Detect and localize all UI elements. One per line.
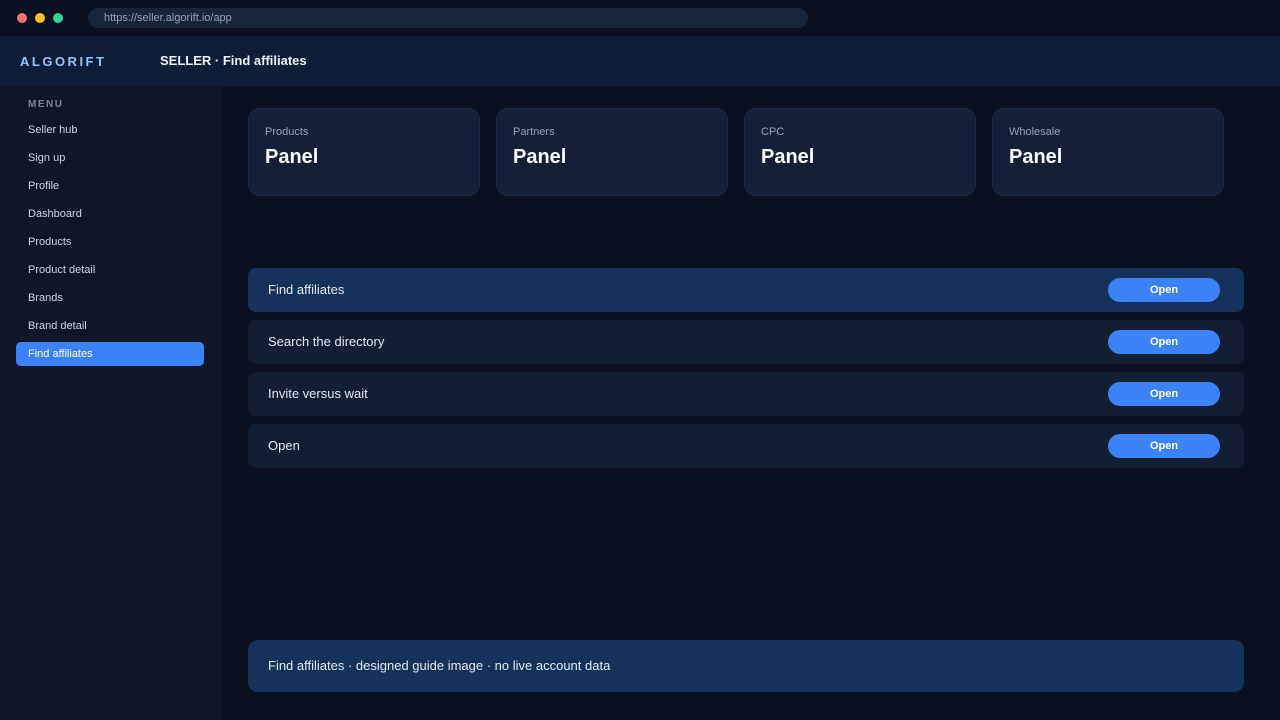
app-header: ALGORIFT SELLER · Find affiliates — [0, 36, 1280, 86]
open-button[interactable]: Open — [1108, 434, 1220, 458]
list-item-label: Open — [268, 438, 300, 453]
open-button[interactable]: Open — [1108, 330, 1220, 354]
sidebar-item-brands[interactable]: Brands — [16, 286, 204, 310]
sidebar: MENU Seller hub Sign up Profile Dashboar… — [0, 86, 222, 720]
list-item-label: Search the directory — [268, 334, 385, 349]
brand-logo[interactable]: ALGORIFT — [20, 54, 106, 69]
card-label: Products — [265, 126, 309, 138]
sidebar-item-seller-hub[interactable]: Seller hub — [16, 118, 204, 142]
stat-card-products: Products Panel — [248, 108, 480, 196]
close-window-dot[interactable] — [17, 13, 27, 23]
stat-card-cpc: CPC Panel — [744, 108, 976, 196]
menu-heading: MENU — [28, 99, 64, 110]
address-bar[interactable]: https://seller.algorift.io/app — [88, 8, 808, 28]
list-item-find-affiliates[interactable]: Find affiliates Open — [248, 268, 1244, 312]
list-item-label: Find affiliates — [268, 282, 345, 297]
minimize-window-dot[interactable] — [35, 13, 45, 23]
sidebar-item-find-affiliates[interactable]: Find affiliates — [16, 342, 204, 366]
list-item-label: Invite versus wait — [268, 386, 368, 401]
sidebar-item-sign-up[interactable]: Sign up — [16, 146, 204, 170]
page-title: SELLER · Find affiliates — [160, 53, 307, 68]
card-label: CPC — [761, 126, 785, 138]
sidebar-item-brand-detail[interactable]: Brand detail — [16, 314, 204, 338]
sidebar-item-dashboard[interactable]: Dashboard — [16, 202, 204, 226]
card-value: Panel — [761, 146, 815, 168]
card-label: Wholesale — [1009, 126, 1061, 138]
sidebar-item-profile[interactable]: Profile — [16, 174, 204, 198]
card-label: Partners — [513, 126, 555, 138]
list-item-search-directory[interactable]: Search the directory Open — [248, 320, 1244, 364]
open-button[interactable]: Open — [1108, 382, 1220, 406]
maximize-window-dot[interactable] — [53, 13, 63, 23]
list-item-invite-versus-wait[interactable]: Invite versus wait Open — [248, 372, 1244, 416]
sidebar-item-product-detail[interactable]: Product detail — [16, 258, 204, 282]
footer-note: Find affiliates · designed guide image ·… — [248, 640, 1244, 692]
card-value: Panel — [265, 146, 319, 168]
stat-card-wholesale: Wholesale Panel — [992, 108, 1224, 196]
card-value: Panel — [1009, 146, 1063, 168]
card-value: Panel — [513, 146, 567, 168]
open-button[interactable]: Open — [1108, 278, 1220, 302]
browser-toolbar: https://seller.algorift.io/app — [0, 0, 1280, 36]
stat-card-partners: Partners Panel — [496, 108, 728, 196]
sidebar-item-products[interactable]: Products — [16, 230, 204, 254]
list-item-open[interactable]: Open Open — [248, 424, 1244, 468]
